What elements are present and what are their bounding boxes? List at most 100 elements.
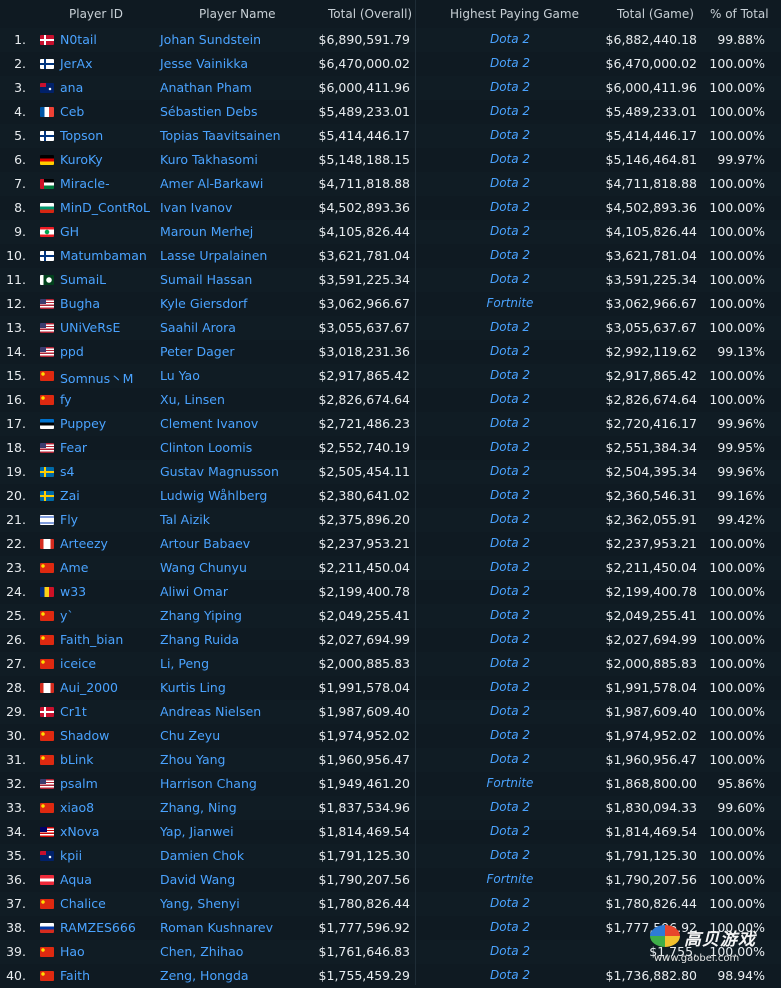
player-id-link[interactable]: Ceb <box>60 104 84 119</box>
player-name-link[interactable]: Clement Ivanov <box>160 416 258 431</box>
header-pct-total[interactable]: % of Total <box>710 7 769 21</box>
player-name-link[interactable]: Damien Chok <box>160 848 244 863</box>
player-name-link[interactable]: Ludwig Wåhlberg <box>160 488 267 503</box>
player-name-link[interactable]: Sébastien Debs <box>160 104 257 119</box>
header-total-game[interactable]: Total (Game) <box>617 7 694 21</box>
header-total-overall[interactable]: Total (Overall) <box>328 7 412 21</box>
highest-game-link[interactable]: Dota 2 <box>420 488 600 502</box>
player-id-link[interactable]: Faith <box>60 968 90 983</box>
player-name-link[interactable]: Peter Dager <box>160 344 235 359</box>
highest-game-link[interactable]: Dota 2 <box>420 80 600 94</box>
player-id-link[interactable]: Ame <box>60 560 88 575</box>
highest-game-link[interactable]: Dota 2 <box>420 536 600 550</box>
highest-game-link[interactable]: Dota 2 <box>420 656 600 670</box>
player-id-link[interactable]: Somnus丶M <box>60 368 133 387</box>
player-id-link[interactable]: Cr1t <box>60 704 87 719</box>
highest-game-link[interactable]: Dota 2 <box>420 104 600 118</box>
player-name-link[interactable]: Li, Peng <box>160 656 209 671</box>
player-name-link[interactable]: Kuro Takhasomi <box>160 152 258 167</box>
player-id-link[interactable]: Fear <box>60 440 87 455</box>
highest-game-link[interactable]: Dota 2 <box>420 152 600 166</box>
player-id-link[interactable]: RAMZES666 <box>60 920 136 935</box>
player-id-link[interactable]: N0tail <box>60 32 97 47</box>
highest-game-link[interactable]: Dota 2 <box>420 800 600 814</box>
player-name-link[interactable]: Tal Aizik <box>160 512 210 527</box>
player-id-link[interactable]: bLink <box>60 752 94 767</box>
player-id-link[interactable]: Topson <box>60 128 103 143</box>
player-id-link[interactable]: Zai <box>60 488 80 503</box>
header-player-name[interactable]: Player Name <box>199 7 276 21</box>
player-id-link[interactable]: Arteezy <box>60 536 108 551</box>
player-name-link[interactable]: Xu, Linsen <box>160 392 225 407</box>
highest-game-link[interactable]: Dota 2 <box>420 440 600 454</box>
player-name-link[interactable]: Zhang, Ning <box>160 800 237 815</box>
player-id-link[interactable]: Miracle- <box>60 176 110 191</box>
highest-game-link[interactable]: Dota 2 <box>420 680 600 694</box>
player-name-link[interactable]: Topias Taavitsainen <box>160 128 281 143</box>
header-highest-paying-game[interactable]: Highest Paying Game <box>450 7 579 21</box>
highest-game-link[interactable]: Dota 2 <box>420 128 600 142</box>
player-id-link[interactable]: UNiVeRsE <box>60 320 120 335</box>
player-id-link[interactable]: xiao8 <box>60 800 94 815</box>
player-name-link[interactable]: David Wang <box>160 872 235 887</box>
player-name-link[interactable]: Yang, Shenyi <box>160 896 240 911</box>
highest-game-link[interactable]: Dota 2 <box>420 584 600 598</box>
player-name-link[interactable]: Amer Al-Barkawi <box>160 176 263 191</box>
highest-game-link[interactable]: Dota 2 <box>420 824 600 838</box>
player-id-link[interactable]: Hao <box>60 944 85 959</box>
player-name-link[interactable]: Jesse Vainikka <box>160 56 248 71</box>
player-name-link[interactable]: Chen, Zhihao <box>160 944 243 959</box>
player-id-link[interactable]: w33 <box>60 584 86 599</box>
highest-game-link[interactable]: Fortnite <box>420 296 600 310</box>
player-name-link[interactable]: Chu Zeyu <box>160 728 220 743</box>
player-name-link[interactable]: Johan Sundstein <box>160 32 261 47</box>
player-id-link[interactable]: y` <box>60 608 74 623</box>
player-name-link[interactable]: Sumail Hassan <box>160 272 252 287</box>
highest-game-link[interactable]: Dota 2 <box>420 344 600 358</box>
player-name-link[interactable]: Kyle Giersdorf <box>160 296 247 311</box>
player-id-link[interactable]: Aqua <box>60 872 92 887</box>
highest-game-link[interactable]: Dota 2 <box>420 752 600 766</box>
player-name-link[interactable]: Zhou Yang <box>160 752 225 767</box>
player-id-link[interactable]: Shadow <box>60 728 109 743</box>
highest-game-link[interactable]: Dota 2 <box>420 704 600 718</box>
player-name-link[interactable]: Yap, Jianwei <box>160 824 234 839</box>
player-name-link[interactable]: Andreas Nielsen <box>160 704 261 719</box>
player-id-link[interactable]: KuroKy <box>60 152 103 167</box>
player-id-link[interactable]: GH <box>60 224 79 239</box>
player-id-link[interactable]: s4 <box>60 464 74 479</box>
highest-game-link[interactable]: Dota 2 <box>420 32 600 46</box>
player-id-link[interactable]: Matumbaman <box>60 248 147 263</box>
player-name-link[interactable]: Artour Babaev <box>160 536 250 551</box>
highest-game-link[interactable]: Dota 2 <box>420 248 600 262</box>
player-id-link[interactable]: MinD_ContRoL <box>60 200 150 215</box>
highest-game-link[interactable]: Dota 2 <box>420 176 600 190</box>
highest-game-link[interactable]: Dota 2 <box>420 56 600 70</box>
player-id-link[interactable]: SumaiL <box>60 272 106 287</box>
highest-game-link[interactable]: Dota 2 <box>420 200 600 214</box>
highest-game-link[interactable]: Dota 2 <box>420 464 600 478</box>
player-id-link[interactable]: iceice <box>60 656 96 671</box>
player-name-link[interactable]: Zhang Ruida <box>160 632 239 647</box>
player-name-link[interactable]: Clinton Loomis <box>160 440 252 455</box>
header-player-id[interactable]: Player ID <box>69 7 123 21</box>
player-id-link[interactable]: Fly <box>60 512 78 527</box>
highest-game-link[interactable]: Fortnite <box>420 776 600 790</box>
highest-game-link[interactable]: Dota 2 <box>420 632 600 646</box>
player-id-link[interactable]: Aui_2000 <box>60 680 118 695</box>
player-name-link[interactable]: Saahil Arora <box>160 320 236 335</box>
highest-game-link[interactable]: Dota 2 <box>420 512 600 526</box>
highest-game-link[interactable]: Dota 2 <box>420 320 600 334</box>
highest-game-link[interactable]: Dota 2 <box>420 728 600 742</box>
player-id-link[interactable]: psalm <box>60 776 98 791</box>
player-id-link[interactable]: xNova <box>60 824 99 839</box>
player-name-link[interactable]: Zeng, Hongda <box>160 968 249 983</box>
highest-game-link[interactable]: Dota 2 <box>420 896 600 910</box>
highest-game-link[interactable]: Fortnite <box>420 872 600 886</box>
player-name-link[interactable]: Roman Kushnarev <box>160 920 273 935</box>
player-name-link[interactable]: Lasse Urpalainen <box>160 248 267 263</box>
player-id-link[interactable]: kpii <box>60 848 82 863</box>
player-name-link[interactable]: Maroun Merhej <box>160 224 253 239</box>
highest-game-link[interactable]: Dota 2 <box>420 848 600 862</box>
player-name-link[interactable]: Anathan Pham <box>160 80 252 95</box>
